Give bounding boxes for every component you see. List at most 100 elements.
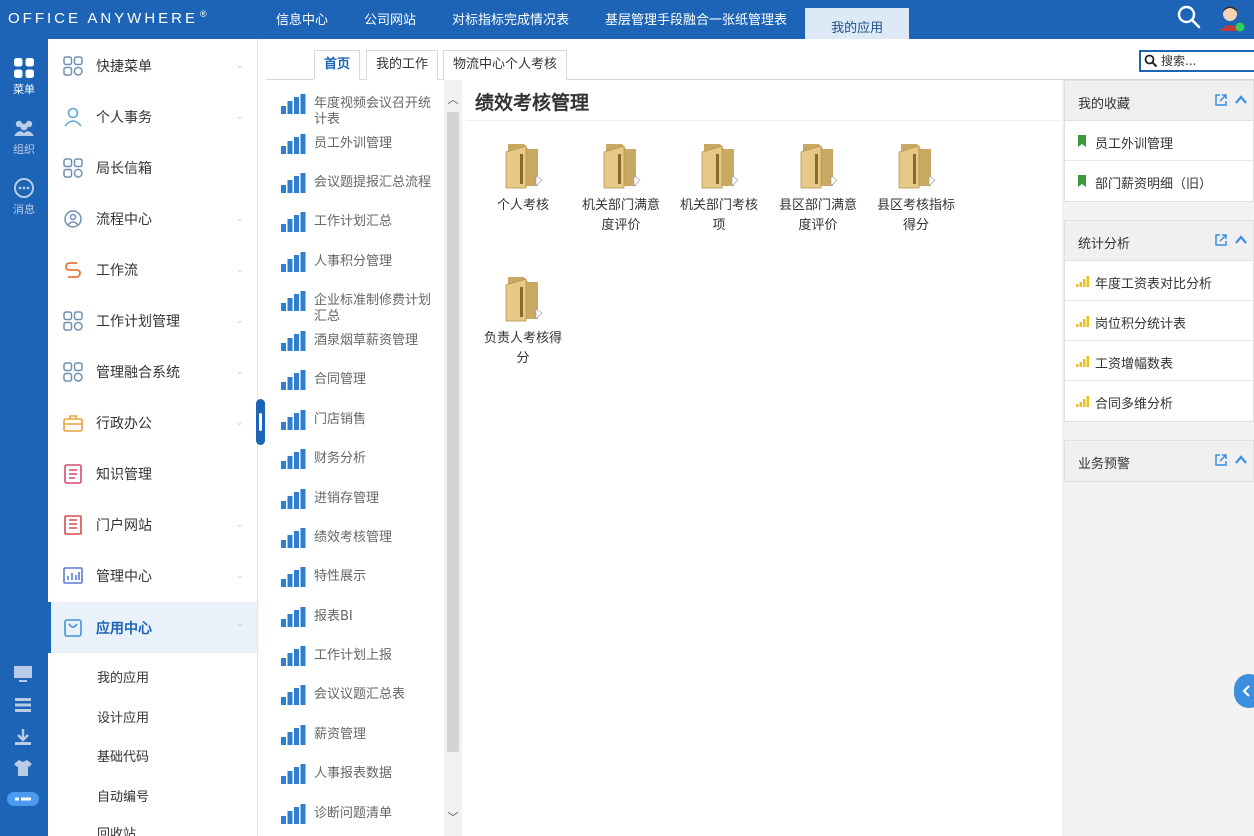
chevron-up-icon[interactable] xyxy=(1234,93,1248,107)
alerts-panel: 业务预警 xyxy=(1064,440,1254,482)
bar-chart-icon xyxy=(281,212,306,232)
menu-item-app-center[interactable]: 应用中心 ⌃ xyxy=(48,602,257,653)
monitor-icon[interactable] xyxy=(12,664,34,684)
bar-chart-icon xyxy=(281,489,306,509)
app-item[interactable]: 合同管理 xyxy=(266,362,444,402)
app-item[interactable]: 员工外训管理 xyxy=(266,126,444,166)
sub-item-recycle-bin[interactable]: 回收站 xyxy=(97,823,136,836)
top-tab-company-site[interactable]: 公司网站 xyxy=(346,0,434,39)
app-item[interactable]: 企业标准制修费计划汇总 xyxy=(266,283,444,324)
app-item[interactable]: 酒泉烟草薪资管理 xyxy=(266,323,444,363)
sub-item-design-apps[interactable]: 设计应用 xyxy=(97,707,149,726)
folder-item[interactable]: 个人考核 xyxy=(478,140,568,216)
menu-item-admin-office[interactable]: 行政办公 ⌄ xyxy=(48,397,257,448)
person-icon xyxy=(64,107,82,127)
top-tab-info-center[interactable]: 信息中心 xyxy=(258,0,346,39)
scroll-down-icon[interactable]: ﹀ xyxy=(447,812,459,824)
menu-item-mailbox[interactable]: 局长信箱 xyxy=(48,142,257,193)
folder-item[interactable]: 机关部门满意度评价 xyxy=(576,140,666,236)
tab-my-work[interactable]: 我的工作 xyxy=(366,50,439,80)
stats-item[interactable]: 岗位积分统计表 xyxy=(1065,301,1253,341)
menu-item-personal[interactable]: 个人事务 ⌄ xyxy=(48,91,257,142)
bar-chart-icon xyxy=(281,370,306,390)
app-item-label: 合同管理 xyxy=(314,372,367,387)
bar-chart-icon xyxy=(281,252,306,272)
top-tab-management-sheet[interactable]: 基层管理手段融合一张纸管理表 xyxy=(587,0,805,39)
scroll-up-icon[interactable]: ︿ xyxy=(447,94,459,106)
top-tab-benchmark[interactable]: 对标指标完成情况表 xyxy=(434,0,587,39)
external-link-icon[interactable] xyxy=(1214,233,1228,247)
folder-icon xyxy=(505,277,543,322)
app-item[interactable]: 会议题提报汇总流程 xyxy=(266,165,444,205)
folder-item[interactable]: 负责人考核得分 xyxy=(478,273,568,369)
user-avatar-icon[interactable] xyxy=(1216,3,1246,33)
shirt-icon[interactable] xyxy=(12,758,34,778)
layers-icon[interactable] xyxy=(12,695,34,715)
book-icon xyxy=(64,463,82,484)
scroll-thumb[interactable] xyxy=(447,112,459,752)
app-item[interactable]: 工作计划汇总 xyxy=(266,204,444,244)
tab-home[interactable]: 首页 xyxy=(314,50,361,80)
favorite-item[interactable]: 员工外训管理 xyxy=(1065,121,1253,161)
search-box xyxy=(1139,50,1254,72)
stats-item[interactable]: 工资增幅数表 xyxy=(1065,341,1253,381)
menu-item-flow-center[interactable]: 流程中心 ⌄ xyxy=(48,193,257,244)
menu-item-manage-center[interactable]: 管理中心 ⌄ xyxy=(48,550,257,601)
chevron-down-icon: ⌄ xyxy=(236,111,244,122)
folder-item[interactable]: 县区考核指标得分 xyxy=(871,140,961,236)
app-item[interactable]: 人事积分管理 xyxy=(266,244,444,284)
favorite-item[interactable]: 部门薪资明细（旧） xyxy=(1065,161,1253,201)
app-item[interactable]: 会议议题汇总表 xyxy=(266,677,444,717)
app-item[interactable]: 年度视频会议召开统计表 xyxy=(266,86,444,127)
app-item[interactable]: 财务分析 xyxy=(266,441,444,481)
app-item-label: 工作计划汇总 xyxy=(314,214,393,229)
app-item[interactable]: 工作计划上报 xyxy=(266,638,444,678)
bar-chart-icon xyxy=(281,449,306,469)
rail-menu-button[interactable]: 菜单 xyxy=(0,57,48,97)
download-icon[interactable] xyxy=(12,727,34,747)
stats-item[interactable]: 合同多维分析 xyxy=(1065,381,1253,421)
menu-item-knowledge[interactable]: 知识管理 xyxy=(48,448,257,499)
app-item[interactable]: 进销存管理 xyxy=(266,481,444,521)
bar-chart-icon xyxy=(281,291,306,311)
folder-item[interactable]: 县区部门满意度评价 xyxy=(773,140,863,236)
search-icon[interactable] xyxy=(1176,4,1202,30)
menu-item-portal[interactable]: 门户网站 ⌄ xyxy=(48,499,257,550)
bar-chart-icon xyxy=(281,764,306,784)
app-item[interactable]: 人事报表数据 xyxy=(266,756,444,796)
menu-item-work-plan[interactable]: 工作计划管理 ⌄ xyxy=(48,295,257,346)
chevron-up-icon[interactable] xyxy=(1234,233,1248,247)
menu-item-workflow[interactable]: 工作流 ⌄ xyxy=(48,244,257,295)
toggle-icon[interactable] xyxy=(6,789,40,809)
bar-chart-icon xyxy=(281,607,306,627)
app-item-label: 诊断问题清单 xyxy=(314,806,393,821)
app-list-scrollbar[interactable]: ︿ ﹀ xyxy=(444,80,462,836)
sub-item-base-code[interactable]: 基础代码 xyxy=(97,746,149,765)
folder-item[interactable]: 机关部门考核项 xyxy=(674,140,764,236)
external-link-icon[interactable] xyxy=(1214,93,1228,107)
bar-chart-icon xyxy=(281,173,306,193)
chevron-up-icon[interactable] xyxy=(1234,453,1248,467)
stats-item[interactable]: 年度工资表对比分析 xyxy=(1065,261,1253,301)
bar-chart-icon xyxy=(1076,356,1089,367)
app-item[interactable]: 报表BI xyxy=(266,599,444,639)
rail-org-button[interactable]: 组织 xyxy=(0,119,48,157)
external-link-icon[interactable] xyxy=(1214,453,1228,467)
sub-item-my-apps[interactable]: 我的应用 xyxy=(97,667,149,686)
app-item[interactable]: 门店销售 xyxy=(266,402,444,442)
app-item[interactable]: 绩效考核管理 xyxy=(266,520,444,560)
search-input[interactable] xyxy=(1161,54,1249,68)
menu-collapse-handle[interactable] xyxy=(256,399,265,445)
side-expand-button[interactable] xyxy=(1234,674,1254,708)
menu-item-shortcuts[interactable]: 快捷菜单 ⌄ xyxy=(48,40,257,91)
top-tab-my-apps[interactable]: 我的应用 xyxy=(805,8,910,39)
rail-message-button[interactable]: 消息 xyxy=(0,177,48,217)
tab-logistics-assessment[interactable]: 物流中心个人考核 xyxy=(443,50,568,80)
app-item[interactable]: 薪资管理 xyxy=(266,717,444,757)
app-item[interactable]: 特性展示 xyxy=(266,559,444,599)
app-item[interactable]: 诊断问题清单 xyxy=(266,796,444,836)
top-tab-bar: 信息中心 公司网站 对标指标完成情况表 基层管理手段融合一张纸管理表 我的应用 xyxy=(258,0,910,39)
menu-item-fusion-system[interactable]: 管理融合系统 ⌄ xyxy=(48,346,257,397)
menu-label: 知识管理 xyxy=(96,466,152,483)
sub-item-auto-number[interactable]: 自动编号 xyxy=(97,786,149,805)
